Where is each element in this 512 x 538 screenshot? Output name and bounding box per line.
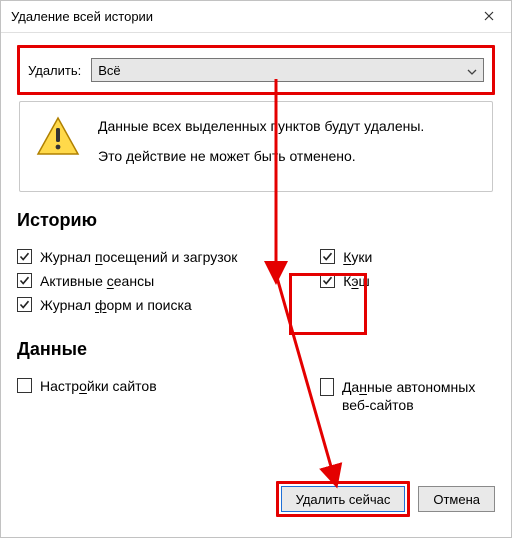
- history-section-title: Историю: [17, 210, 495, 231]
- close-icon: [484, 9, 494, 24]
- checkbox-label: Настройки сайтов: [40, 378, 157, 394]
- warning-line-2: Это действие не может быть отменено.: [98, 146, 424, 166]
- checkbox-label: Данные автономных веб-сайтов: [342, 378, 495, 414]
- checkbox-label: Активные сеансы: [40, 273, 154, 289]
- checkbox-icon: [320, 273, 335, 288]
- chevron-down-icon: [467, 63, 477, 78]
- checkbox-label: Кэш: [343, 273, 370, 289]
- checkbox-icon: [320, 249, 335, 264]
- warning-line-1: Данные всех выделенных пунктов будут уда…: [98, 116, 424, 136]
- checkbox-icon: [17, 378, 32, 393]
- close-button[interactable]: [467, 1, 511, 33]
- cancel-button[interactable]: Отмена: [418, 486, 495, 512]
- checkbox-icon: [17, 249, 32, 264]
- checkbox-label: Журнал посещений и загрузок: [40, 249, 237, 265]
- window-title: Удаление всей истории: [1, 9, 467, 24]
- delete-now-button[interactable]: Удалить сейчас: [281, 486, 406, 512]
- warning-panel: Данные всех выделенных пунктов будут уда…: [19, 101, 493, 192]
- highlight-delete-button: Удалить сейчас: [276, 481, 411, 517]
- highlight-range: Удалить: Всё: [17, 45, 495, 95]
- dialog-window: Удаление всей истории Удалить: Всё: [0, 0, 512, 538]
- checkbox-icon: [17, 297, 32, 312]
- checkbox-forms-search[interactable]: Журнал форм и поиска: [17, 293, 294, 317]
- checkbox-active-sessions[interactable]: Активные сеансы: [17, 269, 294, 293]
- checkbox-icon: [320, 378, 334, 396]
- warning-icon: [36, 116, 80, 156]
- checkbox-cookies[interactable]: Куки: [320, 245, 495, 269]
- title-bar: Удаление всей истории: [1, 1, 511, 33]
- checkbox-cache[interactable]: Кэш: [320, 269, 495, 293]
- checkbox-browsing-downloads[interactable]: Журнал посещений и загрузок: [17, 245, 294, 269]
- checkbox-offline-sites[interactable]: Данные автономных веб-сайтов: [320, 374, 495, 418]
- checkbox-icon: [17, 273, 32, 288]
- range-selected-value: Всё: [98, 63, 120, 78]
- range-label: Удалить:: [28, 63, 81, 78]
- data-section-title: Данные: [17, 339, 495, 360]
- checkbox-site-settings[interactable]: Настройки сайтов: [17, 374, 294, 398]
- checkbox-label: Куки: [343, 249, 372, 265]
- warning-text: Данные всех выделенных пунктов будут уда…: [98, 116, 424, 177]
- checkbox-label: Журнал форм и поиска: [40, 297, 192, 313]
- time-range-select[interactable]: Всё: [91, 58, 484, 82]
- dialog-buttons: Удалить сейчас Отмена: [276, 481, 495, 517]
